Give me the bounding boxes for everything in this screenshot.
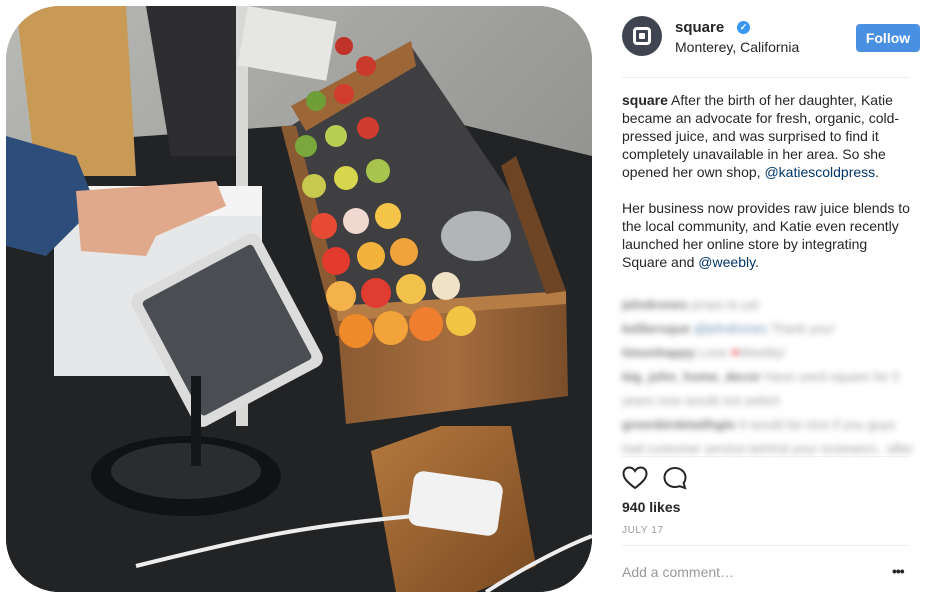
comment-mention[interactable]: @jelndrones (694, 321, 767, 336)
comment-username[interactable]: kelliersque (622, 321, 690, 336)
post-sidebar: square ✓ Monterey, California Follow squ… (612, 0, 926, 598)
comment-item: timonhappy Love ♥Weebly! (622, 341, 914, 365)
caption-period-1: . (875, 164, 880, 180)
mention-katiescoldpress-link[interactable]: @katiescoldpress (764, 164, 875, 180)
mention-weebly-link[interactable]: @weebly (698, 254, 755, 270)
comment-divider (622, 545, 910, 546)
author-username[interactable]: square (675, 19, 724, 36)
post-header: square ✓ Monterey, California Follow (622, 16, 920, 60)
comment-bubble-icon[interactable] (662, 466, 688, 495)
comment-username[interactable]: big_john_home_decor (622, 369, 761, 384)
post-photo[interactable] (6, 6, 592, 592)
follow-button[interactable]: Follow (856, 24, 920, 52)
comment-item: big_john_home_decor Have used square for… (622, 365, 914, 413)
post-caption: square After the birth of her daughter, … (622, 91, 914, 271)
heart-icon[interactable] (622, 466, 648, 495)
comment-username[interactable]: timonhappy (622, 345, 696, 360)
comment-item: jelndrones props to ya! (622, 293, 914, 317)
comment-list: jelndrones props to ya! kelliersque @jel… (622, 293, 914, 461)
comment-text-after: Weebly! (738, 345, 786, 360)
caption-period-2: . (755, 254, 759, 270)
post-location[interactable]: Monterey, California (675, 39, 799, 55)
add-comment-input[interactable] (622, 562, 872, 582)
likes-count[interactable]: 940 likes (622, 499, 680, 515)
post-actions (622, 466, 722, 492)
post-date: JULY 17 (622, 525, 664, 536)
comment-item: kelliersque @jelndrones Thank you! (622, 317, 914, 341)
comment-text: Thank you! (770, 321, 835, 336)
more-options-icon[interactable]: ••• (892, 564, 908, 578)
heart-emoji-icon: ♥ (731, 345, 739, 360)
comment-username[interactable]: jelndrones (622, 297, 688, 312)
author-avatar[interactable] (622, 16, 662, 56)
caption-paragraph-1: square After the birth of her daughter, … (622, 91, 914, 181)
header-divider (622, 77, 910, 78)
comment-text: props to ya! (691, 297, 760, 312)
post-image (6, 6, 592, 592)
actions-divider (622, 456, 910, 457)
comment-text: Love (699, 345, 728, 360)
caption-username[interactable]: square (622, 92, 668, 108)
caption-text-2: Her business now provides raw juice blen… (622, 200, 910, 270)
verified-badge-icon: ✓ (737, 21, 750, 34)
comment-item: greenbirdetailhgtv It would be nice if y… (622, 413, 914, 461)
square-logo-icon (633, 27, 651, 45)
comment-username[interactable]: greenbirdetailhgtv (622, 417, 735, 432)
caption-paragraph-2: Her business now provides raw juice blen… (622, 199, 914, 271)
